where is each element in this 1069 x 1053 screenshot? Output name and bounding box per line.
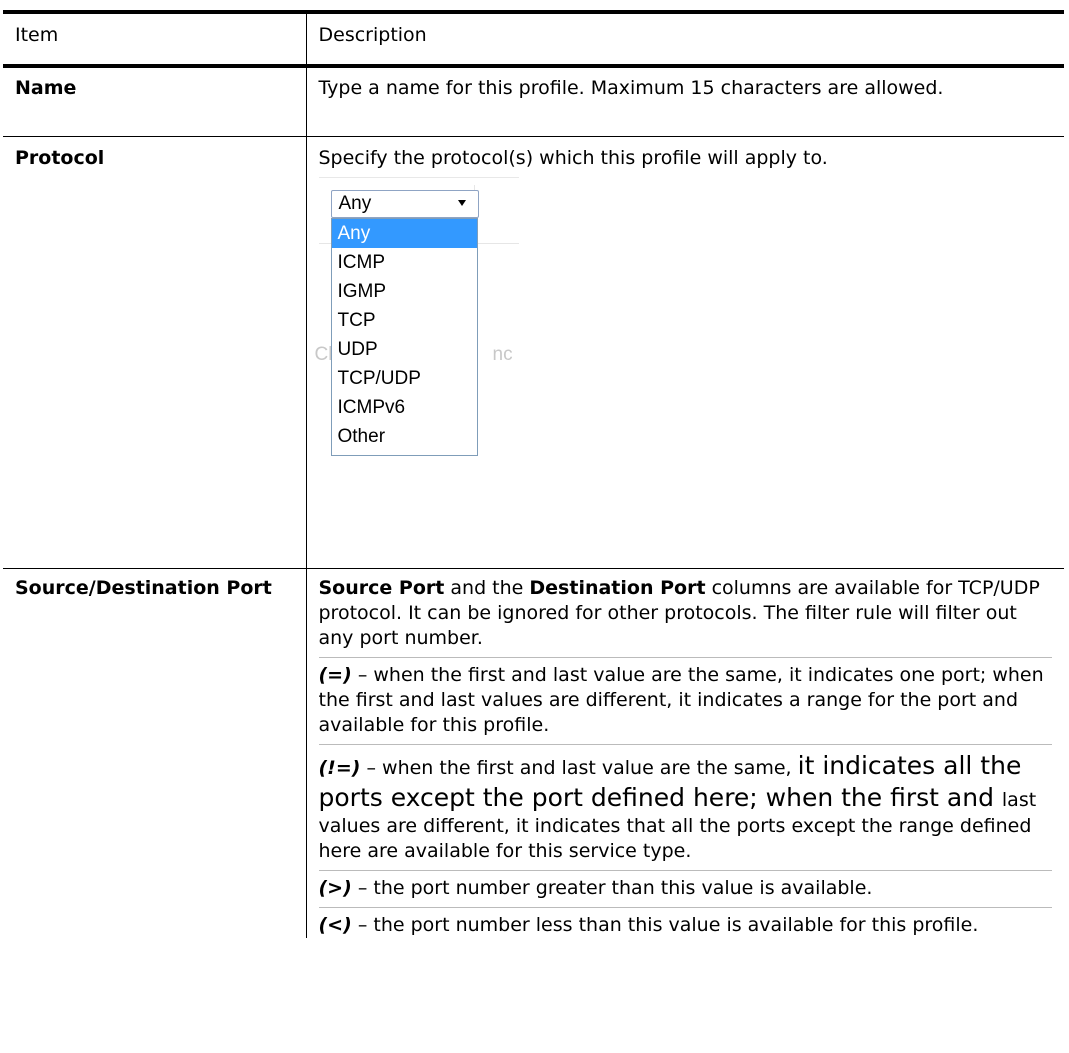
item-protocol-label: Protocol: [3, 136, 307, 569]
table-row-port: Source/Destination Port Source Port and …: [3, 568, 1064, 939]
port-paragraph-equal: (=) – when the first and last value are …: [319, 663, 1053, 738]
operator-equal-text: – when the first and last value are the …: [318, 664, 1044, 736]
port-paragraph-intro: Source Port and the Destination Port col…: [319, 576, 1053, 651]
protocol-dropdown-screenshot: Cle nc Any Any ICMP IGMP TCP UDP TCP/UDP…: [315, 177, 549, 527]
source-port-term: Source Port: [318, 577, 445, 599]
separator: [318, 657, 1052, 658]
item-port-cell: Source Port and the Destination Port col…: [306, 569, 1064, 939]
item-protocol-cell: Specify the protocol(s) which this profi…: [306, 136, 1064, 569]
protocol-option-igmp[interactable]: IGMP: [332, 277, 477, 306]
port-paragraph-greater: (>) – the port number greater than this …: [319, 876, 1053, 901]
protocol-option-icmpv6[interactable]: ICMPv6: [332, 393, 477, 422]
operator-less-text: – the port number less than this value i…: [351, 914, 979, 936]
item-name-label: Name: [3, 66, 307, 137]
background-ghost-text-right: nc: [492, 344, 513, 365]
item-name-description: Type a name for this profile. Maximum 15…: [306, 66, 1064, 137]
port-paragraph-not-equal: (!=) – when the first and last value are…: [319, 750, 1053, 864]
protocol-select-value: Any: [338, 193, 372, 214]
operator-equal: (=): [318, 664, 352, 686]
header-item: Item: [3, 10, 307, 68]
protocol-option-tcp-udp[interactable]: TCP/UDP: [332, 364, 477, 393]
protocol-option-other[interactable]: Other: [332, 422, 477, 451]
table-row-name: Name Type a name for this profile. Maxim…: [3, 66, 1064, 137]
background-divider: [318, 177, 519, 178]
header-description: Description: [306, 10, 1064, 68]
protocol-option-udp[interactable]: UDP: [332, 335, 477, 364]
separator: [318, 870, 1052, 871]
table-row-protocol: Protocol Specify the protocol(s) which t…: [3, 136, 1064, 569]
port-intro-text: and the: [444, 577, 530, 599]
protocol-select[interactable]: Any: [330, 190, 479, 218]
operator-not-equal: (!=): [318, 757, 361, 779]
protocol-options-list: Any ICMP IGMP TCP UDP TCP/UDP ICMPv6 Oth…: [330, 218, 478, 456]
port-paragraph-less: (<) – the port number less than this val…: [319, 913, 1053, 938]
table-header-row: Item Description: [3, 10, 1064, 68]
operator-less: (<): [318, 914, 352, 936]
operator-not-equal-text: – when the first and last value are the …: [360, 757, 798, 779]
protocol-option-any[interactable]: Any: [331, 219, 477, 248]
description-table: Item Description Name Type a name for th…: [3, 10, 1064, 938]
destination-port-term: Destination Port: [529, 577, 706, 599]
item-port-label: Source/Destination Port: [3, 568, 307, 938]
chevron-down-icon: [457, 200, 466, 206]
protocol-option-icmp[interactable]: ICMP: [332, 248, 477, 277]
separator: [318, 744, 1052, 745]
operator-greater-text: – the port number greater than this valu…: [351, 877, 873, 899]
separator: [318, 907, 1052, 908]
protocol-option-tcp[interactable]: TCP: [332, 306, 477, 335]
operator-greater: (>): [318, 877, 352, 899]
item-protocol-description: Specify the protocol(s) which this profi…: [318, 147, 828, 169]
